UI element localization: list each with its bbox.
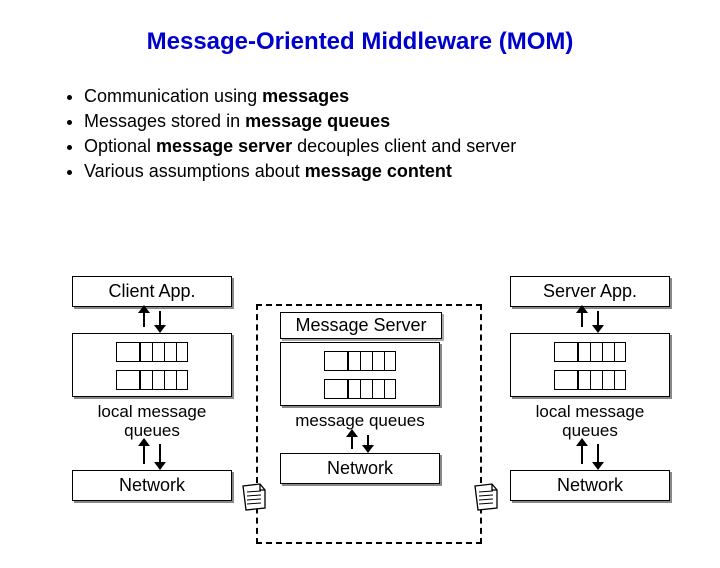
client-app-box: Client App.	[72, 276, 232, 307]
architecture-diagram: Client App. local message queues Network…	[0, 276, 720, 556]
client-queues-label: local message queues	[72, 403, 232, 440]
message-server-column: message queues Network	[280, 336, 440, 484]
queue-icon	[280, 342, 440, 406]
network-box: Network	[280, 453, 440, 484]
message-note-icon	[240, 482, 268, 512]
server-app-column: Server App. local message queues Network	[510, 276, 670, 501]
arrows-updown-icon	[280, 431, 440, 453]
arrows-updown-icon	[72, 307, 232, 333]
bullet-list: Communication using messages Messages st…	[84, 86, 720, 182]
bullet-item: Communication using messages	[84, 86, 720, 107]
message-note-icon	[472, 482, 500, 512]
bullet-item: Messages stored in message queues	[84, 111, 720, 132]
arrows-updown-icon	[510, 440, 670, 470]
queue-icon	[510, 333, 670, 397]
message-server-label: Message Server	[280, 312, 442, 339]
bullet-item: Optional message server decouples client…	[84, 136, 720, 157]
arrows-updown-icon	[510, 307, 670, 333]
network-box: Network	[510, 470, 670, 501]
server-app-box: Server App.	[510, 276, 670, 307]
bullet-item: Various assumptions about message conten…	[84, 161, 720, 182]
server-queues-label: message queues	[280, 412, 440, 431]
network-box: Network	[72, 470, 232, 501]
client-column: Client App. local message queues Network	[72, 276, 232, 501]
queue-icon	[72, 333, 232, 397]
page-title: Message-Oriented Middleware (MOM)	[0, 28, 720, 56]
arrows-updown-icon	[72, 440, 232, 470]
serverapp-queues-label: local message queues	[510, 403, 670, 440]
